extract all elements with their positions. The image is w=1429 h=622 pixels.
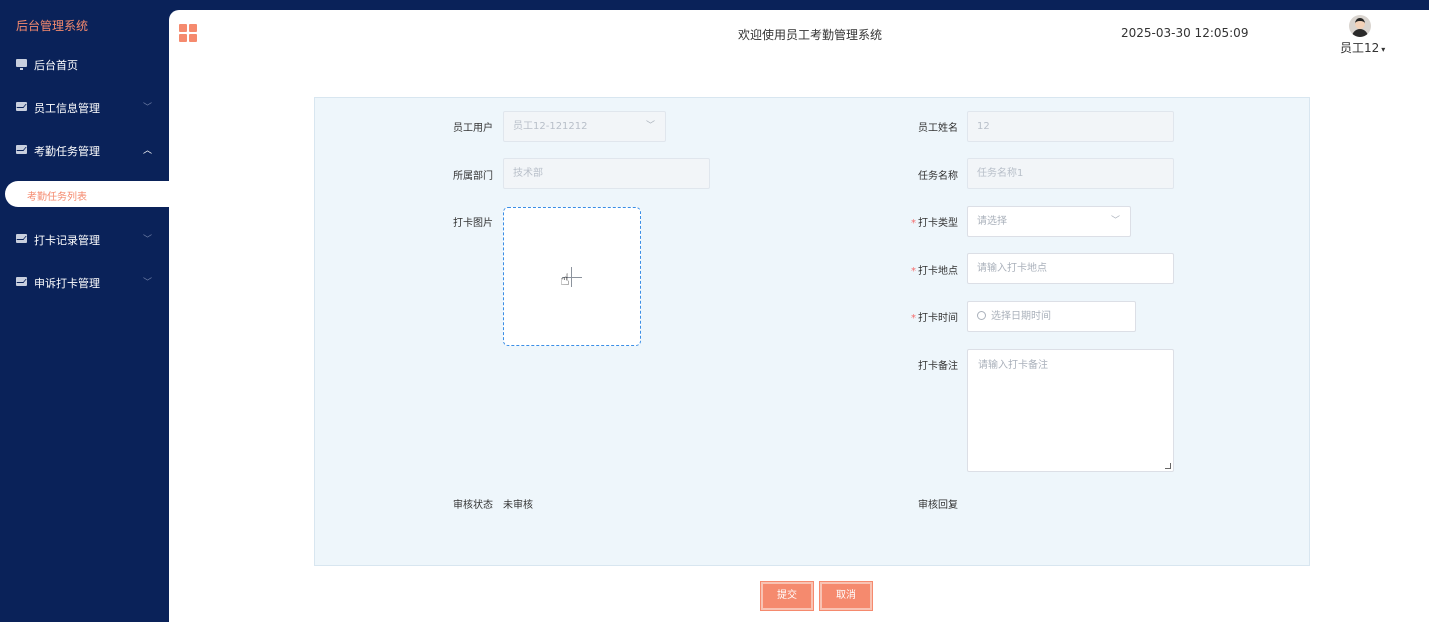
employee-name-field[interactable]: 12 (967, 111, 1174, 142)
sidebar-item-label: 申诉打卡管理 (34, 277, 100, 290)
welcome-title: 欢迎使用员工考勤管理系统 (738, 28, 883, 42)
caret-down-icon: ▾ (1381, 45, 1386, 54)
clock-icon (977, 311, 986, 320)
chevron-down-icon: ﹀ (143, 235, 153, 245)
punch-note-label: 打卡备注 (918, 361, 958, 372)
grid-menu-icon[interactable] (179, 24, 197, 42)
chevron-down-icon: ﹀ (143, 103, 153, 113)
review-status-value: 未审核 (503, 500, 533, 511)
punch-type-label: * 打卡类型 (911, 218, 958, 229)
punch-location-label: * 打卡地点 (911, 266, 958, 277)
chevron-down-icon: ﹀ (143, 278, 153, 288)
punch-type-placeholder: 请选择 (977, 216, 1007, 227)
sidebar-item-label: 后台首页 (34, 59, 78, 72)
resize-grip-icon[interactable] (1165, 463, 1171, 469)
employee-user-value: 员工12-121212 (513, 121, 588, 132)
punch-note-textarea[interactable]: 请输入打卡备注 (967, 349, 1174, 472)
punch-note-placeholder: 请输入打卡备注 (978, 360, 1048, 371)
employee-user-select[interactable]: 员工12-121212 ﹀ (503, 111, 666, 142)
chart-icon (16, 234, 27, 243)
review-reply-label: 审核回复 (918, 500, 958, 511)
username-label: 员工12 (1340, 41, 1380, 55)
chevron-up-icon: ︿ (143, 146, 153, 156)
punch-image-label: 打卡图片 (453, 218, 493, 229)
avatar[interactable] (1349, 15, 1371, 37)
sidebar-item-employee-info[interactable]: 员工信息管理 ﹀ (0, 92, 169, 122)
chevron-down-icon: ﹀ (645, 121, 655, 131)
monitor-icon (16, 59, 27, 70)
review-status-label: 审核状态 (453, 500, 493, 511)
department-label: 所属部门 (453, 171, 493, 182)
department-field[interactable]: 技术部 (503, 158, 710, 189)
image-upload-box[interactable]: ☝ (503, 207, 641, 346)
submit-button[interactable]: 提交 (760, 581, 814, 611)
employee-name-label: 员工姓名 (918, 123, 958, 134)
chevron-down-icon: ﹀ (1110, 216, 1120, 226)
sidebar-subitem-label: 考勤任务列表 (27, 192, 87, 203)
task-name-label: 任务名称 (918, 171, 958, 182)
chart-icon (16, 102, 27, 111)
user-menu[interactable]: 员工12 ▾ (1340, 39, 1385, 56)
sidebar-item-label: 打卡记录管理 (34, 234, 100, 247)
cancel-button[interactable]: 取消 (819, 581, 873, 611)
form-panel: 员工用户 员工12-121212 ﹀ 员工姓名 12 所属部门 技术部 任务名称… (314, 97, 1310, 566)
top-strip (169, 0, 1429, 10)
punch-time-placeholder: 选择日期时间 (991, 311, 1051, 322)
current-datetime: 2025-03-30 12:05:09 (1121, 26, 1249, 40)
sidebar-item-punch-records[interactable]: 打卡记录管理 ﹀ (0, 224, 169, 254)
punch-type-select[interactable]: 请选择 ﹀ (967, 206, 1131, 237)
chart-icon (16, 145, 27, 154)
hand-cursor-icon: ☝ (560, 270, 570, 289)
task-name-field[interactable]: 任务名称1 (967, 158, 1174, 189)
punch-location-input[interactable]: 请输入打卡地点 (967, 253, 1174, 284)
punch-time-picker[interactable]: 选择日期时间 (967, 301, 1136, 332)
brand-title: 后台管理系统 (16, 19, 89, 33)
sidebar-item-label: 考勤任务管理 (34, 145, 100, 158)
sidebar-item-home[interactable]: 后台首页 (0, 49, 169, 79)
sidebar-item-attendance-task[interactable]: 考勤任务管理 ︿ (0, 135, 169, 165)
punch-time-label: * 打卡时间 (911, 313, 958, 324)
sidebar-item-label: 员工信息管理 (34, 102, 100, 115)
main-content: 欢迎使用员工考勤管理系统 2025-03-30 12:05:09 员工12 ▾ 员… (169, 10, 1429, 622)
sidebar-item-appeal-punch[interactable]: 申诉打卡管理 ﹀ (0, 267, 169, 297)
chart-icon (16, 277, 27, 286)
sidebar: 后台管理系统 后台首页 员工信息管理 ﹀ 考勤任务管理 ︿ 考勤任务列表 打卡记… (0, 0, 169, 622)
employee-user-label: 员工用户 (453, 123, 493, 134)
sidebar-subitem-task-list[interactable]: 考勤任务列表 (5, 181, 169, 207)
